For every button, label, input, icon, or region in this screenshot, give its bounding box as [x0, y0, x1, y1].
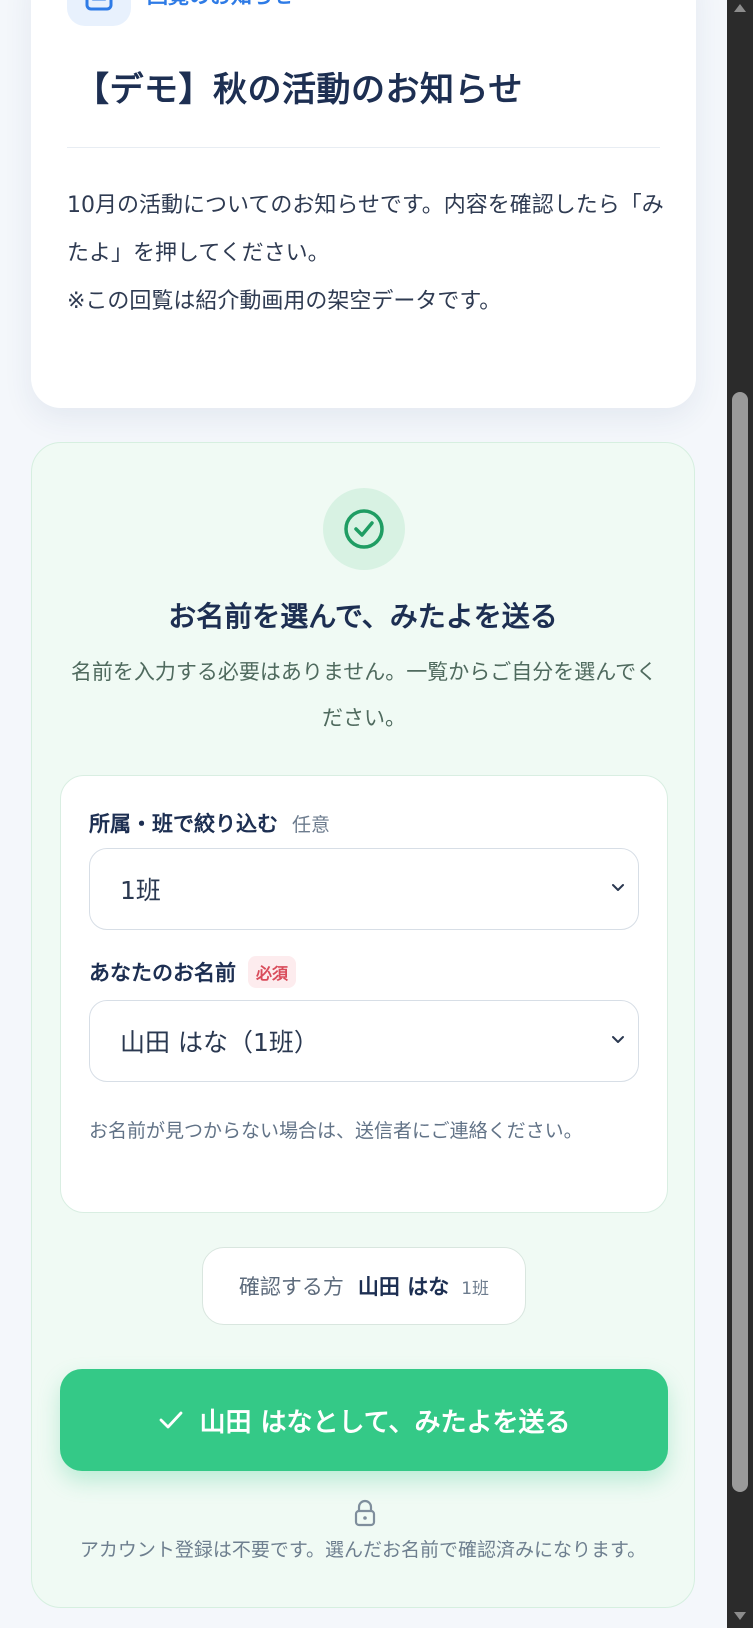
scroll-up-arrow-icon[interactable] [734, 4, 746, 12]
submit-label: 山田 はなとして、みたよを送る [199, 1407, 571, 1438]
notice-body-line: ※この回覧は紹介動画用の架空データです。 [67, 289, 502, 314]
scrollbar[interactable] [727, 0, 753, 1628]
notice-category: 回覧のお知らせ [67, 0, 294, 26]
chevron-down-icon [612, 884, 624, 891]
help-text: お名前が見つからない場合は、送信者にご連絡ください。 [89, 1120, 583, 1142]
scrollbar-thumb[interactable] [732, 392, 748, 1492]
selected-person-pill: 確認する方 山田 はな 1班 [202, 1247, 526, 1325]
document-icon [67, 0, 131, 26]
selected-person-name: 山田 はな [357, 1275, 450, 1299]
notice-title: 【デモ】秋の活動のお知らせ [75, 70, 523, 110]
page: 回覧のお知らせ 【デモ】秋の活動のお知らせ 10月の活動についてのお知らせです。… [0, 0, 727, 1628]
group-filter-select[interactable]: 1班 [89, 848, 639, 930]
notice-divider [67, 147, 660, 148]
group-filter-value: 1班 [120, 876, 161, 905]
name-select-label: あなたのお名前 必須 [89, 956, 297, 988]
selected-person-group: 1班 [461, 1278, 490, 1299]
notice-category-label: 回覧のお知らせ [147, 0, 294, 10]
confirm-subtext: 名前を入力する必要はありません。一覧からご自分を選んでください。 [70, 660, 658, 730]
group-filter-label: 所属・班で絞り込む 任意 [89, 808, 330, 838]
selected-person-label: 確認する方 [238, 1275, 344, 1299]
notice-body-line: 10月の活動についてのお知らせです。内容を確認したら「みたよ」を押してください。 [67, 193, 664, 266]
confirm-heading: お名前を選んで、みたよを送る [168, 600, 558, 633]
required-badge: 必須 [248, 956, 297, 988]
notice-card: 回覧のお知らせ 【デモ】秋の活動のお知らせ 10月の活動についてのお知らせです。… [31, 0, 696, 408]
notice-body: 10月の活動についてのお知らせです。内容を確認したら「みたよ」を押してください。… [67, 182, 667, 326]
group-filter-label-text: 所属・班で絞り込む [89, 812, 278, 836]
confirm-panel: お名前を選んで、みたよを送る 名前を入力する必要はありません。一覧からご自分を選… [31, 442, 695, 1608]
name-form-card: 所属・班で絞り込む 任意 1班 あなたのお名前 必須 山田 はな（1班） お名前… [60, 775, 668, 1213]
footer-note: アカウント登録は不要です。選んだお名前で確認済みになります。 [79, 1539, 647, 1561]
check-circle-icon [323, 488, 405, 570]
name-select[interactable]: 山田 はな（1班） [89, 1000, 639, 1082]
check-icon [159, 1411, 182, 1429]
optional-tag: 任意 [292, 813, 331, 836]
name-select-label-text: あなたのお名前 [89, 961, 236, 985]
name-select-value: 山田 はな（1班） [120, 1028, 319, 1057]
scroll-down-arrow-icon[interactable] [734, 1612, 746, 1620]
lock-icon [354, 1499, 376, 1527]
chevron-down-icon [612, 1036, 624, 1043]
submit-mitayo-button[interactable]: 山田 はなとして、みたよを送る [60, 1369, 668, 1471]
